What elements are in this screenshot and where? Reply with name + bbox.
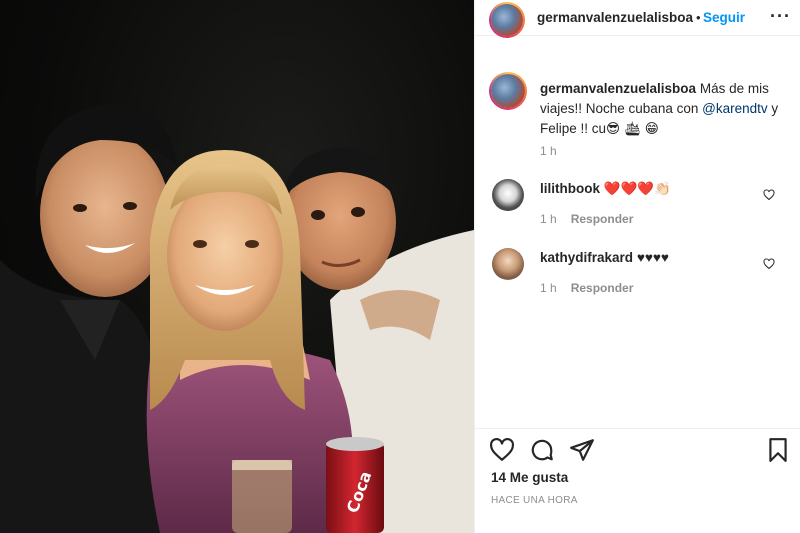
heart-icon[interactable] xyxy=(489,437,515,463)
comment-meta: 1 h Responder xyxy=(540,212,633,226)
separator-dot: • xyxy=(696,10,701,25)
follow-button[interactable]: Seguir xyxy=(703,10,745,25)
comment-timestamp[interactable]: 1 h xyxy=(540,212,557,226)
post-actions-bar xyxy=(475,428,800,468)
author-avatar[interactable] xyxy=(489,2,525,38)
post-caption: germanvalenzuelalisboa Más de mis viajes… xyxy=(540,79,785,139)
post-photo[interactable]: Coca xyxy=(0,0,474,533)
post-details-panel: germanvalenzuelalisboa • Seguir ··· germ… xyxy=(474,0,800,533)
caption-mention[interactable]: @karendtv xyxy=(702,101,767,116)
comment-icon[interactable] xyxy=(529,437,555,463)
likes-count[interactable]: 14 Me gusta xyxy=(491,470,568,485)
comment-like-heart-icon[interactable] xyxy=(763,258,775,270)
reply-button[interactable]: Responder xyxy=(571,212,634,226)
reply-button[interactable]: Responder xyxy=(571,281,634,295)
comment-text: ❤️❤️❤️👏🏻 xyxy=(603,181,672,196)
caption-author-avatar[interactable] xyxy=(489,72,527,110)
comment-meta: 1 h Responder xyxy=(540,281,633,295)
comment: lilithbook ❤️❤️❤️👏🏻 xyxy=(540,181,671,197)
comment-timestamp[interactable]: 1 h xyxy=(540,281,557,295)
comment-like-heart-icon[interactable] xyxy=(763,189,775,201)
comment-username[interactable]: lilithbook xyxy=(540,181,600,196)
share-icon[interactable] xyxy=(569,437,595,463)
comment-username[interactable]: kathydifrakard xyxy=(540,250,633,265)
post-timestamp[interactable]: HACE UNA HORA xyxy=(491,495,578,506)
comment: kathydifrakard ♥♥♥♥ xyxy=(540,250,669,265)
bookmark-icon[interactable] xyxy=(765,437,791,463)
caption-timestamp[interactable]: 1 h xyxy=(540,144,557,158)
post-photo-image: Coca xyxy=(0,104,474,533)
author-username[interactable]: germanvalenzuelalisboa xyxy=(537,10,693,25)
caption-username[interactable]: germanvalenzuelalisboa xyxy=(540,81,696,96)
comment-text: ♥♥♥♥ xyxy=(636,250,669,265)
post-header: germanvalenzuelalisboa • Seguir ··· xyxy=(475,0,800,38)
comment-avatar[interactable] xyxy=(492,248,524,280)
comment-avatar[interactable] xyxy=(492,179,524,211)
more-options-icon[interactable]: ··· xyxy=(770,6,791,27)
